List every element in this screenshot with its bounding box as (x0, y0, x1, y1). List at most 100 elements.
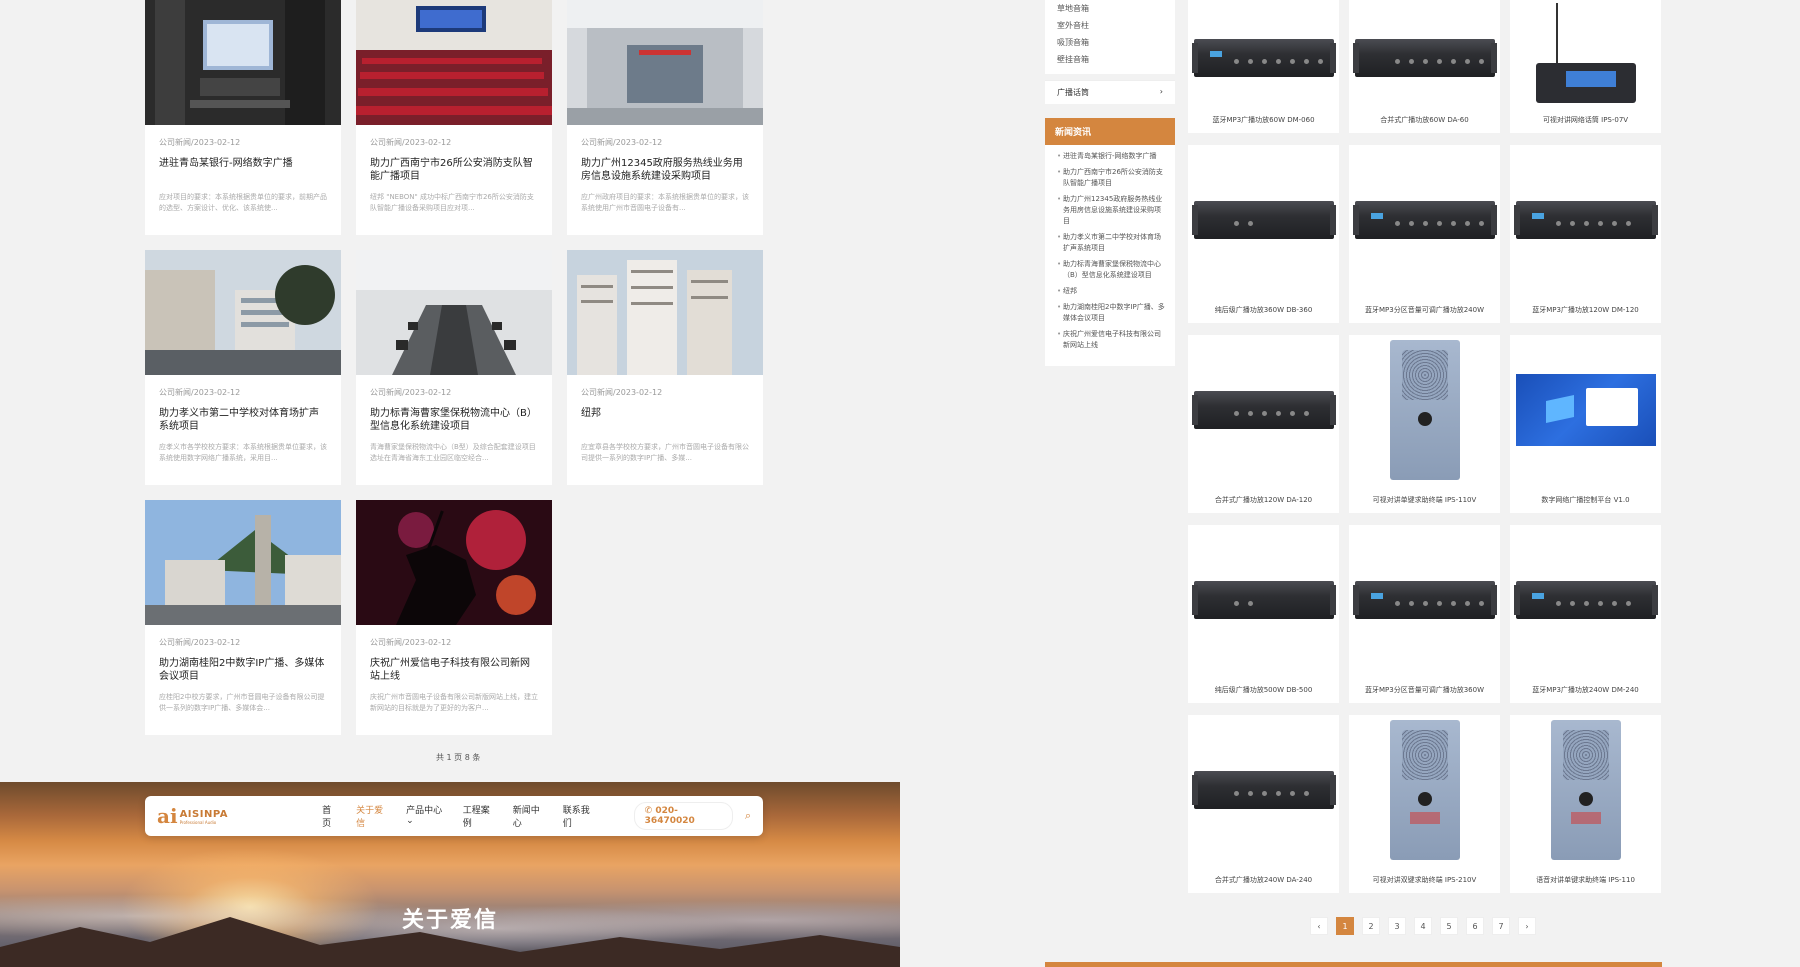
category-row-label: 广播话筒 (1057, 88, 1089, 97)
product-card[interactable]: 合并式广播功放240W DA-240 (1188, 715, 1339, 893)
news-card[interactable]: 公司新闻/2023-02-12 助力广州12345政府服务热线业务用房信息设施系… (567, 0, 763, 235)
news-title[interactable]: 进驻青岛某银行-网络数字广播 (159, 157, 327, 184)
product-card[interactable]: 可视对讲网络话筒 IPS-07V (1510, 0, 1661, 133)
news-card[interactable]: 公司新闻/2023-02-12 助力孝义市第二中学校对体育场扩声系统项目 应孝义… (145, 250, 341, 485)
pagination-next[interactable]: › (1518, 917, 1536, 935)
news-thumbnail-server-rack[interactable] (145, 0, 341, 125)
pagination-page[interactable]: 1 (1336, 917, 1354, 935)
sidebar-news-link[interactable]: 纽邦 (1057, 286, 1167, 297)
product-name[interactable]: 数字网络广播控制平台 V1.0 (1510, 495, 1661, 505)
amplifier-image (1188, 715, 1339, 865)
category-item[interactable]: 吸顶音箱 (1057, 34, 1165, 51)
control-platform-screenshot (1510, 335, 1661, 485)
phone-pill[interactable]: ✆ 020-36470020 (633, 802, 733, 830)
product-card[interactable]: 蓝牙MP3分区音量可调广播功放240W (1349, 145, 1500, 323)
nav-products-label: 产品中心 (406, 806, 443, 816)
category-item[interactable]: 室外音柱 (1057, 17, 1165, 34)
product-card[interactable]: 蓝牙MP3广播功放120W DM-120 (1510, 145, 1661, 323)
category-row[interactable]: 广播话筒 › (1045, 80, 1175, 104)
product-name[interactable]: 纯后级广播功放500W DB-500 (1188, 685, 1339, 695)
pagination-page[interactable]: 3 (1388, 917, 1406, 935)
product-card[interactable]: 可视对讲双键求助终端 IPS-210V (1349, 715, 1500, 893)
nav-cases[interactable]: 工程案例 (454, 803, 504, 829)
category-list: 草地音箱 室外音柱 吸顶音箱 壁挂音箱 (1045, 0, 1175, 74)
product-card[interactable]: 纯后级广播功放500W DB-500 (1188, 525, 1339, 703)
news-title[interactable]: 助力广州12345政府服务热线业务用房信息设施系统建设采购项目 (581, 157, 749, 184)
pagination-page[interactable]: 7 (1492, 917, 1510, 935)
news-grid: 公司新闻/2023-02-12 进驻青岛某银行-网络数字广播 应对项目的要求：本… (145, 0, 763, 735)
product-name[interactable]: 合并式广播功放240W DA-240 (1188, 875, 1339, 885)
nav-about[interactable]: 关于爱信 (347, 803, 397, 829)
microphone-console-image (1510, 0, 1661, 115)
nav-news[interactable]: 新闻中心 (504, 803, 554, 829)
product-name[interactable]: 蓝牙MP3广播功放60W DM-060 (1188, 115, 1339, 125)
product-name[interactable]: 蓝牙MP3广播功放240W DM-240 (1510, 685, 1661, 695)
news-card[interactable]: 公司新闻/2023-02-12 助力标青海曹家堡保税物流中心（B）型信息化系统建… (356, 250, 552, 485)
nav-contact[interactable]: 联系我们 (554, 803, 604, 829)
news-thumbnail-building-entrance[interactable] (567, 0, 763, 125)
amplifier-image (1510, 145, 1661, 295)
news-title[interactable]: 庆祝广州爱信电子科技有限公司新网站上线 (370, 657, 538, 684)
product-pagination: ‹ 1 2 3 4 5 6 7 › (1310, 917, 1536, 935)
news-thumbnail-school[interactable] (145, 250, 341, 375)
news-title[interactable]: 助力孝义市第二中学校对体育场扩声系统项目 (159, 407, 327, 434)
site-logo[interactable]: ai AISINPA Professional Audio (157, 806, 268, 826)
news-meta: 公司新闻/2023-02-12 (159, 388, 241, 397)
sidebar-news-link[interactable]: 进驻青岛某银行-网络数字广播 (1057, 151, 1167, 162)
product-card[interactable]: 合并式广播功放60W DA-60 (1349, 0, 1500, 133)
pagination-page[interactable]: 6 (1466, 917, 1484, 935)
product-name[interactable]: 蓝牙MP3分区音量可调广播功放360W (1349, 685, 1500, 695)
pagination-page[interactable]: 2 (1362, 917, 1380, 935)
logo-brand: AISINPA (179, 809, 228, 820)
product-card[interactable]: 蓝牙MP3分区音量可调广播功放360W (1349, 525, 1500, 703)
product-name[interactable]: 可视对讲网络话筒 IPS-07V (1510, 115, 1661, 125)
search-icon[interactable]: ⌕ (745, 809, 751, 823)
news-thumbnail-meeting-room[interactable] (356, 250, 552, 375)
product-card[interactable]: 语音对讲单键求助终端 IPS-110 (1510, 715, 1661, 893)
news-title[interactable]: 助力标青海曹家堡保税物流中心（B）型信息化系统建设项目 (370, 407, 538, 434)
product-name[interactable]: 纯后级广播功放360W DB-360 (1188, 305, 1339, 315)
pagination-prev[interactable]: ‹ (1310, 917, 1328, 935)
news-title[interactable]: 助力湖南桂阳2中数字IP广播、多媒体会议项目 (159, 657, 327, 684)
banner-title: 关于爱信 (401, 908, 498, 933)
nav-home[interactable]: 首页 (313, 803, 347, 829)
product-name[interactable]: 可视对讲双键求助终端 IPS-210V (1349, 875, 1500, 885)
product-name[interactable]: 蓝牙MP3分区音量可调广播功放240W (1349, 305, 1500, 315)
news-card[interactable]: 公司新闻/2023-02-12 助力广西南宁市26所公安消防支队智能广播项目 纽… (356, 0, 552, 235)
product-name[interactable]: 可视对讲单键求助终端 IPS-110V (1349, 495, 1500, 505)
pagination-page[interactable]: 4 (1414, 917, 1432, 935)
sidebar-news-link[interactable]: 助力湖南桂阳2中数字IP广播、多媒体会议项目 (1057, 302, 1167, 324)
news-title[interactable]: 纽邦 (581, 407, 749, 434)
news-card[interactable]: 公司新闻/2023-02-12 进驻青岛某银行-网络数字广播 应对项目的要求：本… (145, 0, 341, 235)
product-card[interactable]: 合并式广播功放120W DA-120 (1188, 335, 1339, 513)
news-card[interactable]: 公司新闻/2023-02-12 助力湖南桂阳2中数字IP广播、多媒体会议项目 应… (145, 500, 341, 735)
phone-icon: ✆ (644, 806, 656, 816)
product-name[interactable]: 合并式广播功放120W DA-120 (1188, 495, 1339, 505)
product-card[interactable]: 蓝牙MP3广播功放240W DM-240 (1510, 525, 1661, 703)
product-card[interactable]: 纯后级广播功放360W DB-360 (1188, 145, 1339, 323)
product-card[interactable]: 蓝牙MP3广播功放60W DM-060 (1188, 0, 1339, 133)
product-name[interactable]: 蓝牙MP3广播功放120W DM-120 (1510, 305, 1661, 315)
product-name[interactable]: 合并式广播功放60W DA-60 (1349, 115, 1500, 125)
sidebar-news-link[interactable]: 助力广西南宁市26所公安消防支队智能广播项目 (1057, 167, 1167, 189)
sidebar-news-link[interactable]: 庆祝广州爱信电子科技有限公司新网站上线 (1057, 329, 1167, 351)
news-thumbnail-fireworks[interactable] (356, 500, 552, 625)
news-thumbnail-auditorium[interactable] (356, 0, 552, 125)
product-name[interactable]: 语音对讲单键求助终端 IPS-110 (1510, 875, 1661, 885)
news-thumbnail-apartments[interactable] (567, 250, 763, 375)
news-card[interactable]: 公司新闻/2023-02-12 庆祝广州爱信电子科技有限公司新网站上线 庆祝广州… (356, 500, 552, 735)
sidebar-news-link[interactable]: 助力广州12345政府服务热线业务用房信息设施系统建设采购项目 (1057, 194, 1167, 227)
product-card[interactable]: 可视对讲单键求助终端 IPS-110V (1349, 335, 1500, 513)
news-card[interactable]: 公司新闻/2023-02-12 纽邦 应宜章县各学校校方要求，广州市音圆电子设备… (567, 250, 763, 485)
news-meta: 公司新闻/2023-02-12 (159, 638, 241, 647)
news-meta: 公司新闻/2023-02-12 (581, 138, 663, 147)
news-thumbnail-school-gate[interactable] (145, 500, 341, 625)
category-item[interactable]: 草地音箱 (1057, 0, 1165, 17)
pagination-page[interactable]: 5 (1440, 917, 1458, 935)
sidebar-news-link[interactable]: 助力标青海曹家堡保税物流中心（B）型信息化系统建设项目 (1057, 259, 1167, 281)
sidebar-news-link[interactable]: 助力孝义市第二中学校对体育场扩声系统项目 (1057, 232, 1167, 254)
product-card[interactable]: 数字网络广播控制平台 V1.0 (1510, 335, 1661, 513)
category-item[interactable]: 壁挂音箱 (1057, 51, 1165, 68)
news-title[interactable]: 助力广西南宁市26所公安消防支队智能广播项目 (370, 157, 538, 184)
nav-products[interactable]: 产品中心⌄ (397, 803, 454, 829)
